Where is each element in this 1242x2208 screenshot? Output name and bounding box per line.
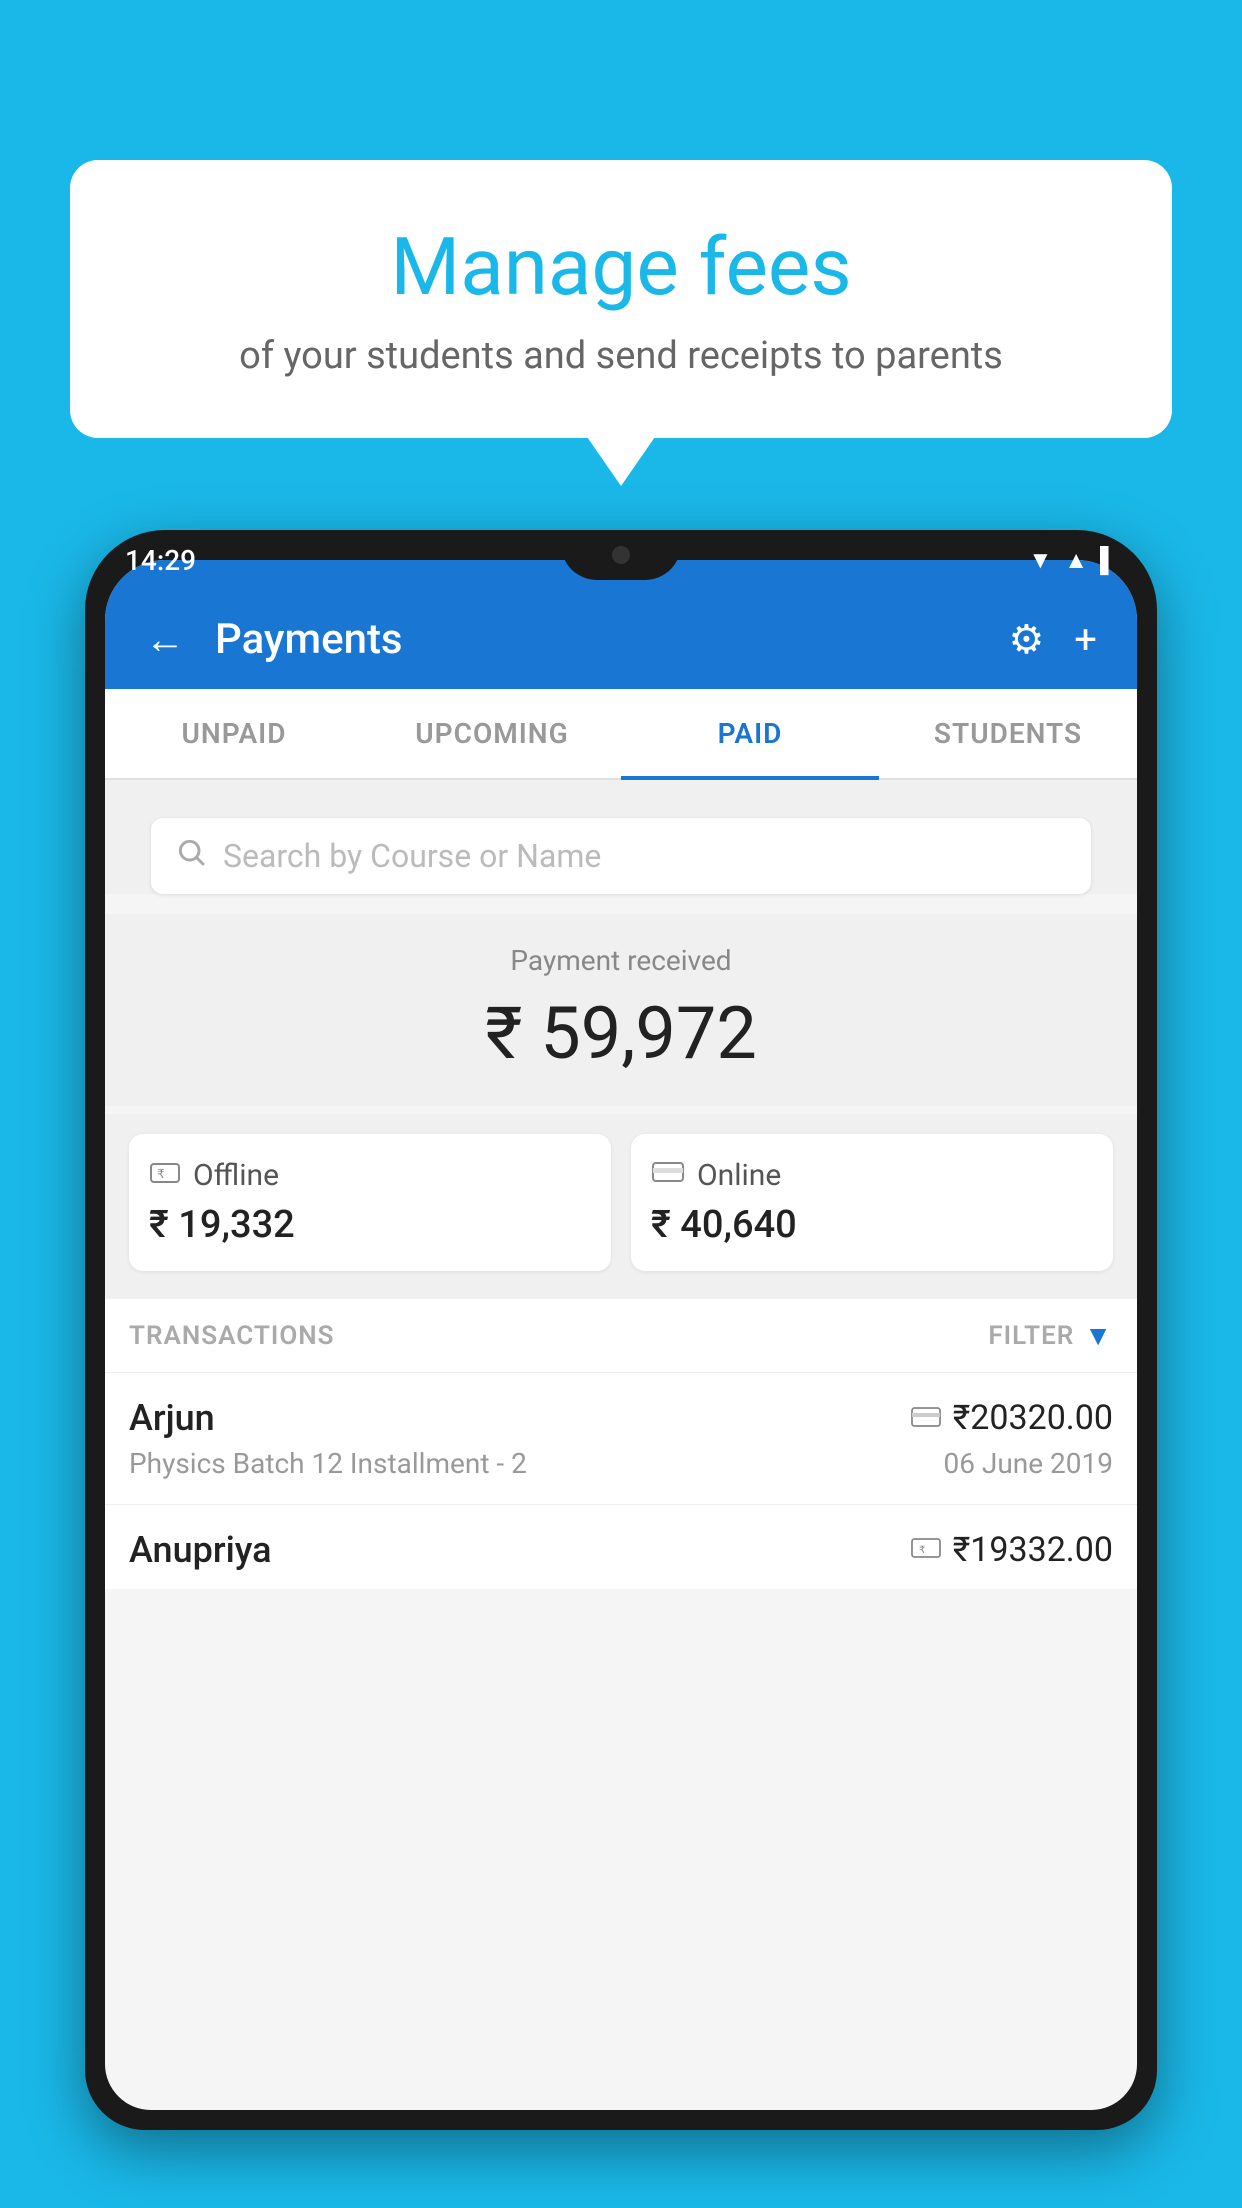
signal-icon: ▲ xyxy=(1064,546,1088,575)
filter-icon: ▼ xyxy=(1084,1319,1113,1352)
tab-unpaid[interactable]: UNPAID xyxy=(105,689,363,778)
bubble-title: Manage fees xyxy=(150,220,1092,314)
tab-students[interactable]: STUDENTS xyxy=(879,689,1137,778)
status-time: 14:29 xyxy=(125,544,196,577)
svg-text:₹: ₹ xyxy=(157,1167,165,1181)
online-icon xyxy=(651,1159,685,1192)
settings-icon[interactable]: ⚙ xyxy=(1008,616,1044,663)
back-button[interactable]: ← xyxy=(145,620,185,660)
payment-total-amount: ₹ 59,972 xyxy=(129,991,1113,1076)
transaction-amount-wrap: ₹ ₹19332.00 xyxy=(911,1530,1113,1570)
table-row[interactable]: Arjun ₹20320.00 Physics Batch 12 In xyxy=(105,1372,1137,1504)
online-label: Online xyxy=(697,1158,781,1193)
filter-label: FILTER xyxy=(988,1321,1074,1351)
add-icon[interactable]: + xyxy=(1074,616,1097,663)
tab-paid[interactable]: PAID xyxy=(621,689,879,778)
search-bar[interactable]: Search by Course or Name xyxy=(151,818,1091,894)
camera-dot xyxy=(612,546,630,564)
transaction-type-icon: ₹ xyxy=(911,1534,941,1567)
transaction-amount: ₹19332.00 xyxy=(953,1530,1113,1570)
offline-icon: ₹ xyxy=(149,1158,181,1193)
transaction-type-icon xyxy=(911,1402,941,1435)
transaction-row-top: Anupriya ₹ ₹19332.00 xyxy=(129,1529,1113,1571)
transactions-label: TRANSACTIONS xyxy=(129,1321,335,1351)
page-title: Payments xyxy=(215,615,978,664)
payment-summary: Payment received ₹ 59,972 xyxy=(105,914,1137,1106)
offline-amount: ₹ 19,332 xyxy=(149,1203,591,1247)
transaction-amount-wrap: ₹20320.00 xyxy=(911,1398,1113,1438)
wifi-icon: ▼ xyxy=(1028,546,1052,575)
payment-cards: ₹ Offline ₹ 19,332 xyxy=(105,1114,1137,1299)
transaction-date: 06 June 2019 xyxy=(943,1447,1113,1480)
transaction-row-bottom: Physics Batch 12 Installment - 2 06 June… xyxy=(129,1447,1113,1480)
phone-screen: ← Payments ⚙ + UNPAID UPCOMING PAID xyxy=(105,560,1137,2110)
transaction-name: Arjun xyxy=(129,1397,215,1439)
transaction-course: Physics Batch 12 Installment - 2 xyxy=(129,1447,527,1480)
search-placeholder: Search by Course or Name xyxy=(223,837,601,875)
phone-notch xyxy=(561,530,681,580)
transaction-name: Anupriya xyxy=(129,1529,272,1571)
speech-bubble-container: Manage fees of your students and send re… xyxy=(70,160,1172,438)
online-amount: ₹ 40,640 xyxy=(651,1203,1093,1247)
transaction-row-top: Arjun ₹20320.00 xyxy=(129,1397,1113,1439)
search-icon xyxy=(175,836,207,876)
speech-bubble: Manage fees of your students and send re… xyxy=(70,160,1172,438)
offline-payment-card: ₹ Offline ₹ 19,332 xyxy=(129,1134,611,1271)
online-payment-card: Online ₹ 40,640 xyxy=(631,1134,1113,1271)
svg-text:₹: ₹ xyxy=(919,1545,925,1556)
battery-icon: ▌ xyxy=(1100,546,1117,575)
online-card-header: Online xyxy=(651,1158,1093,1193)
tab-upcoming[interactable]: UPCOMING xyxy=(363,689,621,778)
header-icons: ⚙ + xyxy=(1008,616,1097,663)
filter-button[interactable]: FILTER ▼ xyxy=(988,1319,1113,1352)
table-row[interactable]: Anupriya ₹ ₹19332.00 xyxy=(105,1504,1137,1589)
offline-card-header: ₹ Offline xyxy=(149,1158,591,1193)
phone-mockup: 14:29 ▼ ▲ ▌ ← Payments ⚙ + xyxy=(85,530,1157,2208)
payment-received-label: Payment received xyxy=(129,944,1113,977)
bubble-subtitle: of your students and send receipts to pa… xyxy=(150,334,1092,378)
transactions-header: TRANSACTIONS FILTER ▼ xyxy=(105,1299,1137,1372)
tabs-bar: UNPAID UPCOMING PAID STUDENTS xyxy=(105,689,1137,780)
phone-frame: 14:29 ▼ ▲ ▌ ← Payments ⚙ + xyxy=(85,530,1157,2130)
offline-label: Offline xyxy=(193,1158,279,1193)
status-icons: ▼ ▲ ▌ xyxy=(1028,546,1117,575)
transaction-amount: ₹20320.00 xyxy=(953,1398,1113,1438)
